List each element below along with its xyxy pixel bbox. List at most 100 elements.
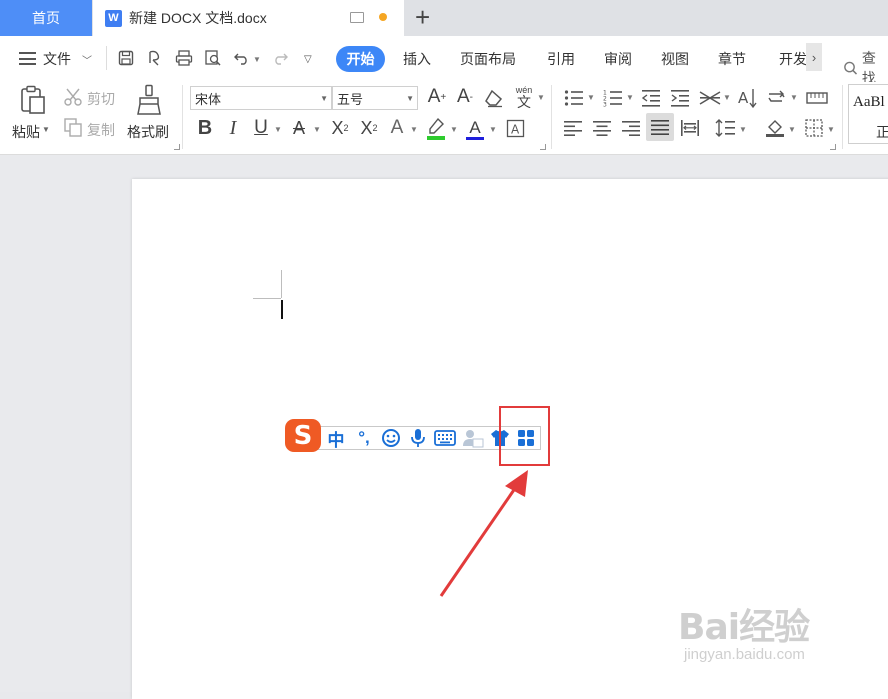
font-name-select[interactable]: 宋体 ▼ xyxy=(190,86,332,110)
monitor-icon[interactable] xyxy=(350,12,364,23)
chinese-layout-icon[interactable] xyxy=(698,87,722,109)
tab-home[interactable]: 首页 xyxy=(0,0,92,36)
highlight-color-icon[interactable] xyxy=(425,116,447,142)
undo-icon[interactable] xyxy=(232,48,251,67)
sogou-logo-icon[interactable]: S xyxy=(285,419,321,452)
bullet-list-icon[interactable] xyxy=(563,87,585,109)
customize-toolbar-icon[interactable]: ▽ xyxy=(304,36,312,82)
print-icon[interactable] xyxy=(174,48,193,67)
align-right-icon[interactable] xyxy=(621,117,641,139)
italic-button[interactable]: I xyxy=(224,116,242,140)
font-size-select[interactable]: 五号 ▼ xyxy=(332,86,418,110)
ribbon-tabs-more-button[interactable]: › xyxy=(806,43,822,71)
format-painter-icon[interactable] xyxy=(136,84,162,116)
tab-insert[interactable]: 插入 xyxy=(403,36,431,82)
align-center-icon[interactable] xyxy=(592,117,612,139)
unsaved-dot-icon xyxy=(379,13,387,21)
soft-keyboard-icon[interactable] xyxy=(432,426,458,450)
tab-references[interactable]: 引用 xyxy=(547,36,575,82)
clear-formatting-icon[interactable] xyxy=(483,87,505,109)
tab-chapter[interactable]: 章节 xyxy=(718,36,746,82)
tab-developer[interactable]: 开发 xyxy=(779,36,806,82)
paste-dropdown-icon[interactable]: ▼ xyxy=(42,125,50,134)
bold-button[interactable]: B xyxy=(195,116,215,140)
wps-writer-icon: W xyxy=(105,9,122,27)
hamburger-menu-icon[interactable] xyxy=(19,52,36,65)
phonetic-guide-icon[interactable]: wén 文 xyxy=(512,85,536,111)
redo-icon[interactable] xyxy=(270,48,289,67)
highlight-dropdown-icon[interactable]: ▼ xyxy=(450,125,458,134)
text-effect-icon[interactable]: A xyxy=(386,116,408,140)
font-color-dropdown-icon[interactable]: ▼ xyxy=(489,125,497,134)
borders-dropdown-icon[interactable]: ▼ xyxy=(827,125,835,134)
divider xyxy=(106,46,107,70)
underline-dropdown-icon[interactable]: ▼ xyxy=(274,125,282,134)
line-spacing-icon[interactable] xyxy=(714,117,736,139)
paste-label[interactable]: 粘贴 xyxy=(12,122,40,142)
format-painter-label[interactable]: 格式刷 xyxy=(127,122,169,142)
distribute-icon[interactable] xyxy=(679,117,701,139)
clipboard-dialog-launcher[interactable] xyxy=(174,144,180,150)
tab-review[interactable]: 审阅 xyxy=(604,36,632,82)
font-color-icon[interactable]: A xyxy=(464,116,486,142)
annotation-highlight-box xyxy=(499,406,550,466)
ime-punctuation-toggle[interactable]: °, xyxy=(353,426,375,450)
tab-document[interactable]: W 新建 DOCX 文档.docx xyxy=(93,0,404,36)
text-effect-dropdown-icon[interactable]: ▼ xyxy=(410,125,418,134)
copy-label[interactable]: 复制 xyxy=(87,120,115,140)
copy-icon[interactable] xyxy=(62,117,84,137)
chinese-layout-dropdown-icon[interactable]: ▼ xyxy=(723,93,731,102)
line-spacing-dropdown-icon[interactable]: ▼ xyxy=(739,125,747,134)
character-border-icon[interactable]: A xyxy=(505,118,525,138)
sort-icon[interactable]: A xyxy=(737,86,759,110)
marks-dropdown-icon[interactable]: ▼ xyxy=(790,93,798,102)
shading-icon[interactable] xyxy=(764,117,786,139)
ruler-icon[interactable] xyxy=(805,87,829,109)
strikethrough-dropdown-icon[interactable]: ▼ xyxy=(313,125,321,134)
ime-mode-toggle[interactable]: 中 xyxy=(325,426,347,450)
file-menu[interactable]: 文件 xyxy=(43,36,71,82)
numbered-dropdown-icon[interactable]: ▼ xyxy=(626,93,634,102)
numbered-list-icon[interactable]: 123 xyxy=(602,87,624,109)
shading-dropdown-icon[interactable]: ▼ xyxy=(788,125,796,134)
tab-start[interactable]: 开始 xyxy=(336,46,385,72)
undo-dropdown-icon[interactable]: ▼ xyxy=(253,36,261,82)
decrease-font-size-icon[interactable]: A- xyxy=(454,85,476,109)
tab-view[interactable]: 视图 xyxy=(661,36,689,82)
style-name: 正 xyxy=(876,124,888,140)
font-name-value: 宋体 xyxy=(195,91,222,107)
style-preview: AaBl xyxy=(853,94,885,110)
new-tab-button[interactable]: + xyxy=(415,2,430,32)
cut-icon[interactable] xyxy=(62,87,84,107)
decrease-indent-icon[interactable] xyxy=(640,87,662,109)
user-account-icon[interactable] xyxy=(461,426,485,450)
font-size-value: 五号 xyxy=(337,91,364,107)
cut-label[interactable]: 剪切 xyxy=(87,89,115,109)
align-left-icon[interactable] xyxy=(563,117,583,139)
export-pdf-icon[interactable] xyxy=(145,48,164,67)
paste-icon[interactable] xyxy=(18,85,48,115)
underline-button[interactable]: U xyxy=(251,116,271,140)
increase-font-size-icon[interactable]: A + xyxy=(426,85,448,109)
microphone-icon[interactable] xyxy=(407,426,429,450)
print-preview-icon[interactable] xyxy=(203,48,222,67)
increase-indent-icon[interactable] xyxy=(669,87,691,109)
chevron-down-icon: ▼ xyxy=(406,94,414,103)
font-dialog-launcher[interactable] xyxy=(540,144,546,150)
bullet-dropdown-icon[interactable]: ▼ xyxy=(587,93,595,102)
paragraph-dialog-launcher[interactable] xyxy=(830,144,836,150)
subscript-icon[interactable]: X2 xyxy=(356,116,382,140)
emoji-icon[interactable] xyxy=(380,426,402,450)
strikethrough-icon[interactable]: A xyxy=(288,116,310,140)
save-icon[interactable] xyxy=(116,48,135,67)
style-gallery-item[interactable]: AaBl 正 xyxy=(848,84,888,144)
ribbon-toolbar: 粘贴 ▼ 剪切 复制 格式刷 宋体 ▼ 五号 ▼ A + A- wén 文 ▼ B I … xyxy=(0,82,888,155)
align-justify-button[interactable] xyxy=(646,113,674,141)
show-hide-marks-icon[interactable] xyxy=(766,87,788,109)
borders-icon[interactable] xyxy=(803,117,825,139)
tab-page-layout[interactable]: 页面布局 xyxy=(460,36,516,82)
superscript-icon[interactable]: X2 xyxy=(327,116,353,140)
chevron-down-icon[interactable]: ﹀ xyxy=(82,36,92,82)
divider xyxy=(551,85,552,149)
phonetic-dropdown-icon[interactable]: ▼ xyxy=(537,93,545,102)
